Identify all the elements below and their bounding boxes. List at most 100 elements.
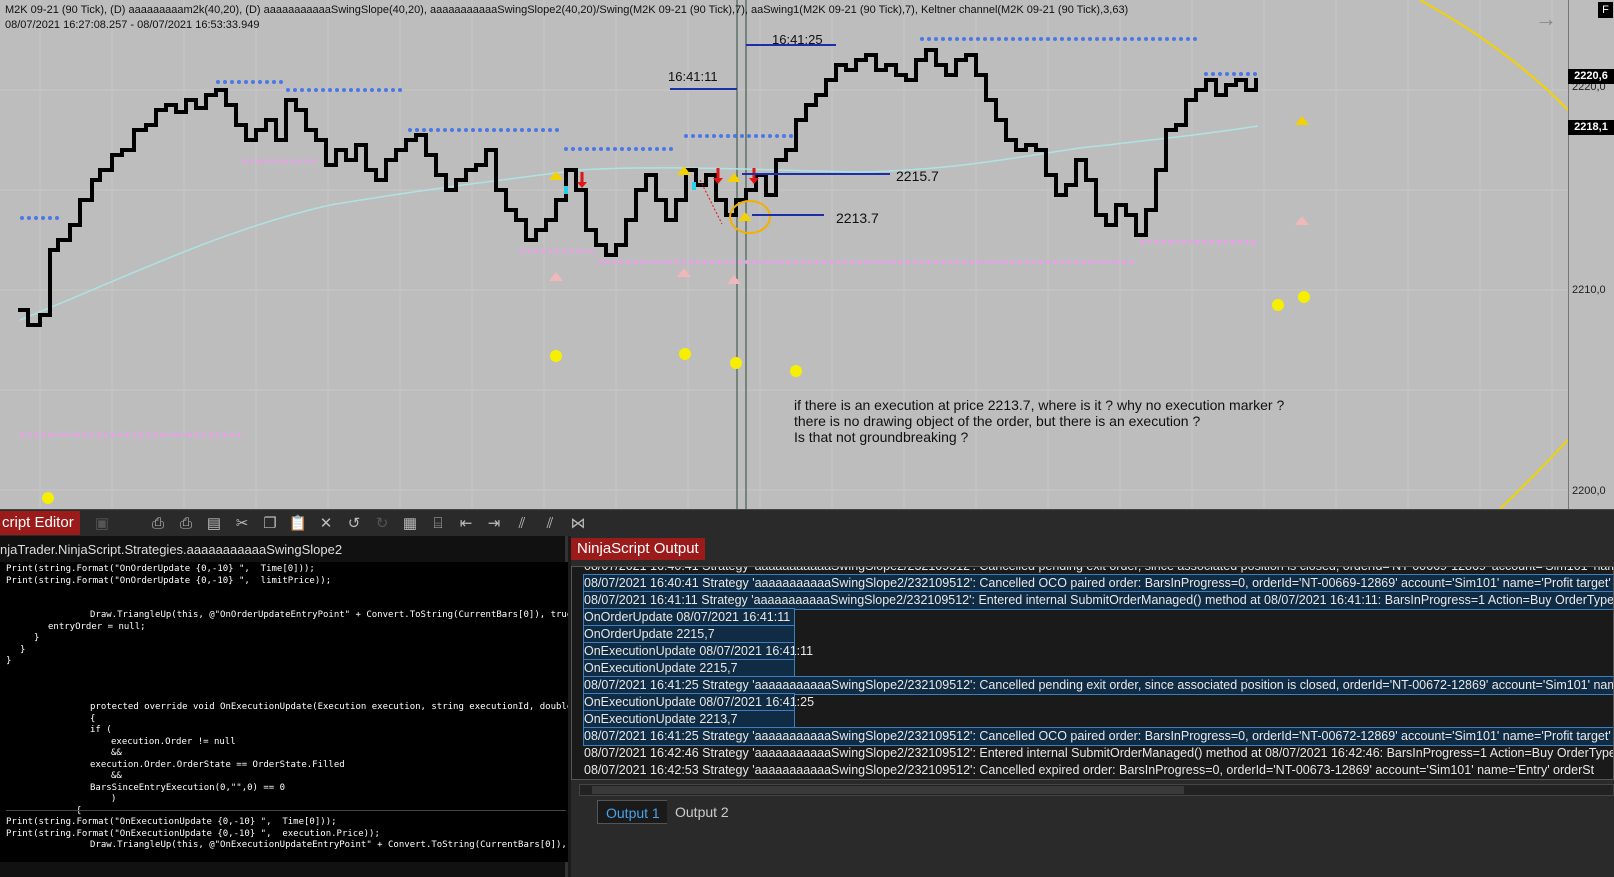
output-line[interactable]: OnOrderUpdate 2215,7 [583, 625, 795, 644]
keltner-line [19, 125, 1259, 321]
close-icon[interactable]: ✕ [316, 514, 336, 534]
swing-low-dot [27, 433, 31, 437]
output-line[interactable]: 08/07/2021 16:42:46 Strategy 'aaaaaaaaaa… [584, 745, 1613, 762]
swing-high-dot [997, 37, 1001, 41]
swing-low-dot [1109, 260, 1113, 264]
code-editor[interactable]: Print(string.Format("OnOrderUpdate {0,-1… [0, 562, 568, 862]
output-line[interactable]: 08/07/2021 16:40:41 Strategy 'aaaaaaaaaa… [584, 567, 1613, 575]
swing-high-dot [457, 128, 461, 132]
swing-low-dot [773, 260, 777, 264]
tab-output-2[interactable]: Output 2 [667, 800, 737, 824]
swing-low-dot [223, 433, 227, 437]
code-line: ) [111, 794, 117, 804]
output-line[interactable]: OnExecutionUpdate 2215,7 [583, 659, 795, 678]
scrollbar-thumb[interactable] [592, 786, 1184, 794]
swing-high-dot [1116, 37, 1120, 41]
swing-high-dot [613, 147, 617, 151]
arrow-right-icon[interactable]: → [1535, 6, 1557, 32]
swing-high-dot [34, 216, 38, 220]
undo-icon[interactable]: ↺ [344, 514, 364, 534]
output-line[interactable]: OnExecutionUpdate 2213,7 [583, 710, 795, 729]
output-line[interactable]: OnOrderUpdate 08/07/2021 16:41:11 [583, 608, 795, 627]
visual-studio-icon[interactable]: ⋈ [568, 514, 588, 534]
swing-high-dot [520, 128, 524, 132]
swing-high-dot [1053, 37, 1057, 41]
outdent-icon[interactable]: ⇤ [456, 514, 476, 534]
swing-low-dot [724, 260, 728, 264]
copy-icon[interactable]: ❐ [260, 514, 280, 534]
swing-low-dot [843, 260, 847, 264]
swing-high-dot [655, 147, 659, 151]
swing-low-dot [696, 260, 700, 264]
swing-low-dot [605, 260, 609, 264]
swing-low-dot [104, 433, 108, 437]
swing-high-dot [272, 80, 276, 84]
price-tag-keltner: 2218,1 [1568, 120, 1614, 135]
chart-header: M2K 09-21 (90 Tick), (D) aaaaaaaaam2k(40… [5, 3, 1128, 33]
output-line[interactable]: 08/07/2021 16:41:25 Strategy 'aaaaaaaaaa… [582, 727, 1613, 746]
tab-ninjascript-output[interactable]: NinjaScript Output [571, 538, 705, 560]
swing-high-dot [55, 216, 59, 220]
comment-icon[interactable]: ⫽ [512, 514, 532, 534]
code-line: protected override void OnExecutionUpdat… [90, 702, 568, 712]
output-log[interactable]: 08/07/2021 16:40:41 Strategy 'aaaaaaaaaa… [571, 566, 1614, 780]
output-line[interactable]: 08/07/2021 16:41:11 Strategy 'aaaaaaaaaa… [582, 591, 1613, 610]
editor-title: njaTrader.NinjaScript.Strategies.aaaaaaa… [0, 542, 343, 557]
save-icon[interactable]: ▣ [92, 514, 112, 534]
swing-low-dot [990, 260, 994, 264]
swing-low-dot [885, 260, 889, 264]
swing-high-dot [1032, 37, 1036, 41]
document-icon[interactable]: ▤ [204, 514, 224, 534]
indent-icon[interactable]: ⇥ [484, 514, 504, 534]
code-line: Draw.TriangleUp(this, @"OnOrderUpdateEnt… [90, 610, 568, 620]
f-button[interactable]: F [1598, 2, 1613, 18]
print-preview-icon[interactable]: ⎙ [176, 514, 196, 534]
swing-high-dot [927, 37, 931, 41]
output-line[interactable]: 08/07/2021 16:42:53 Strategy 'aaaaaaaaaa… [584, 762, 1594, 779]
swing-low-dot [871, 260, 875, 264]
swing-low-dot [969, 260, 973, 264]
code-line: Print(string.Format("OnOrderUpdate {0,-1… [6, 575, 332, 586]
entry-marker [564, 186, 568, 194]
code-line: } [34, 633, 40, 643]
output-line[interactable]: 08/07/2021 16:41:25 Strategy 'aaaaaaaaaa… [583, 676, 1613, 695]
swing-high-dot [1179, 37, 1183, 41]
swing-high-dot [782, 134, 786, 138]
swing-high-dot [941, 37, 945, 41]
snippet-icon[interactable]: ⌸ [428, 514, 448, 534]
swing-low-dot [906, 260, 910, 264]
swing-low-dot [548, 249, 552, 253]
format-icon[interactable]: ▦ [400, 514, 420, 534]
swing-high-dot [1074, 37, 1078, 41]
swing-low-dot [256, 159, 260, 163]
swing-high-dot [719, 134, 723, 138]
output-line[interactable]: 08/07/2021 16:40:41 Strategy 'aaaaaaaaaa… [582, 574, 1613, 593]
swing-high-dot [1204, 72, 1208, 76]
swing-low-dot [146, 433, 150, 437]
triangle-marker [727, 173, 741, 182]
swing-low-dot [132, 433, 136, 437]
swing-low-dot [520, 249, 524, 253]
uncomment-icon[interactable]: ⫽ [540, 514, 560, 534]
swing-low-dot [850, 260, 854, 264]
swing-low-dot [640, 260, 644, 264]
swing-low-dot [822, 260, 826, 264]
tab-script-editor[interactable]: cript Editor [0, 511, 80, 535]
print-icon[interactable]: ⎙ [148, 514, 168, 534]
swing-low-dot [284, 159, 288, 163]
swing-low-dot [626, 260, 630, 264]
horizontal-scrollbar[interactable] [579, 784, 1614, 796]
swing-high-dot [564, 147, 568, 151]
note-line-2: there is no drawing object of the order,… [794, 413, 1201, 429]
swing-high-dot [314, 88, 318, 92]
swing-low-dot [1210, 240, 1214, 244]
output-line[interactable]: OnExecutionUpdate 08/07/2021 16:41:25 [583, 693, 814, 712]
output-line[interactable]: OnExecutionUpdate 08/07/2021 16:41:11 [583, 642, 813, 661]
cut-icon[interactable]: ✂ [232, 514, 252, 534]
redo-icon[interactable]: ↻ [372, 514, 392, 534]
paste-icon[interactable]: 📋 [288, 514, 308, 534]
swing-low-dot [710, 260, 714, 264]
chart-panel[interactable]: M2K 09-21 (90 Tick), (D) aaaaaaaaam2k(40… [0, 0, 1614, 509]
swing-low-dot [1025, 260, 1029, 264]
tab-output-1[interactable]: Output 1 [597, 800, 669, 824]
